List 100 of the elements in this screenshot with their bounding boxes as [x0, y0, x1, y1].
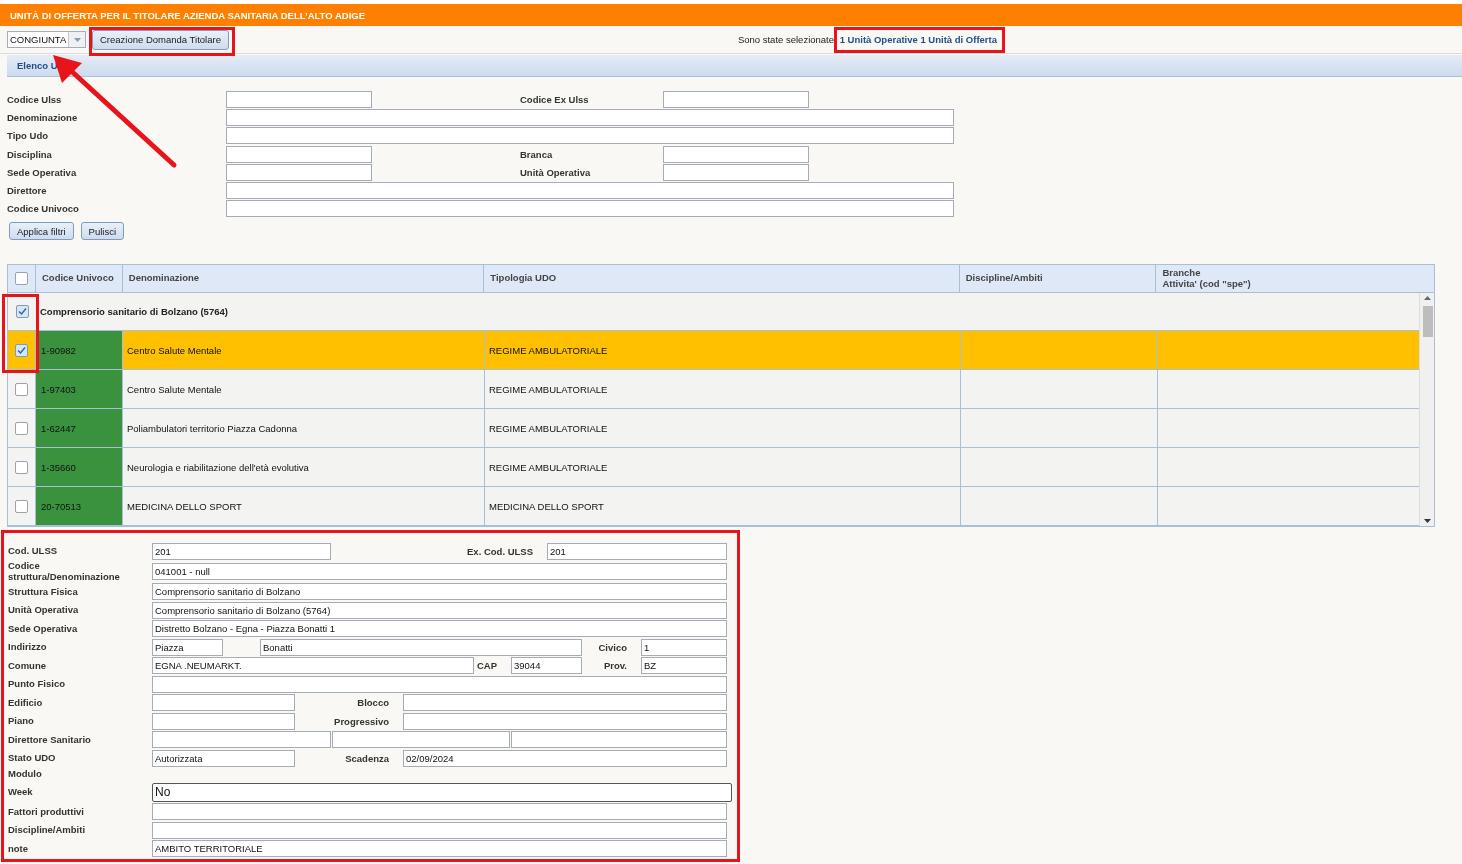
selection-link[interactable]: 1 Unità Operative 1 Unità di Offerta	[839, 34, 997, 45]
scroll-up-icon[interactable]	[1423, 296, 1431, 301]
table-cell: Poliambulatori territorio Piazza Cadonna	[123, 409, 485, 448]
text-field[interactable]	[403, 694, 727, 712]
selection-text: Sono state selezionate:	[737, 34, 837, 45]
field-label: Fattori produttivi	[7, 806, 85, 818]
text-field[interactable]: 1	[641, 638, 727, 656]
column-header[interactable]: Branche Attivita' (cod "spe")	[1156, 265, 1434, 293]
group-label: Comprensorio sanitario di Bolzano (5764)	[39, 305, 228, 320]
field-label: Progressivo	[333, 715, 390, 727]
checkbox[interactable]	[15, 343, 28, 357]
field-label: Punto Fisico	[7, 679, 66, 690]
table-cell: Centro Salute Mentale	[123, 370, 485, 409]
text-field[interactable]: 201	[152, 542, 331, 560]
field-label: Disciplina	[7, 148, 53, 160]
field-label: Modulo	[7, 769, 43, 780]
field-label: Blocco	[356, 697, 390, 709]
text-field[interactable]	[226, 182, 954, 200]
scroll-thumb[interactable]	[1423, 306, 1433, 338]
page-header: UNITÀ DI OFFERTA PER IL TITOLARE AZIENDA SANITARIA DELL’ALTO ADIGE	[0, 4, 1462, 26]
text-field[interactable]	[226, 127, 954, 145]
checkbox[interactable]	[15, 421, 28, 435]
field-label: Indirizzo	[7, 642, 48, 653]
field-label: Piano	[7, 716, 35, 727]
text-field[interactable]	[152, 675, 727, 693]
column-header[interactable]: Denominazione	[122, 265, 485, 293]
table-cell: 1-90982	[36, 331, 123, 370]
text-field[interactable]: BZ	[641, 657, 727, 675]
text-field[interactable]: Comprensorio sanitario di Bolzano (5764)	[152, 601, 727, 619]
text-field[interactable]	[152, 694, 295, 712]
checkbox[interactable]	[15, 499, 28, 513]
checkbox[interactable]	[15, 460, 28, 474]
text-field[interactable]	[152, 731, 331, 749]
create-request-button[interactable]: Creazione Domanda Titolare	[92, 29, 229, 50]
text-field[interactable]	[511, 731, 727, 749]
text-field[interactable]	[152, 712, 295, 730]
text-field[interactable]	[226, 108, 954, 126]
field-label: Direttore Sanitario	[7, 734, 92, 746]
field-label: Ex. Cod. ULSS	[466, 545, 534, 557]
text-field[interactable]: Autorizzata	[152, 749, 295, 767]
text-field[interactable]: 02/09/2024	[403, 749, 727, 767]
table-row[interactable]: 1-35660 Neurologia e riabilitazione dell'età evolutiva REGIME AMBULATORIALE	[8, 448, 1419, 488]
field-label: Unità Operativa	[520, 166, 592, 178]
text-field[interactable]	[663, 163, 809, 181]
table-row[interactable]: 1-62447 Poliambulatori territorio Piazza Cadonna REGIME AMBULATORIALE	[8, 409, 1419, 449]
field-label: note	[7, 843, 30, 855]
text-field[interactable]	[403, 712, 727, 730]
text-field[interactable]	[226, 145, 372, 163]
field-label: Cod. ULSS	[7, 546, 59, 557]
filter-button[interactable]: Pulisci	[80, 222, 125, 241]
checkbox[interactable]	[15, 305, 29, 319]
field-label: Week	[7, 786, 34, 798]
field-label: Sede Operativa	[7, 166, 78, 178]
field-label: Denominazione	[7, 111, 79, 123]
text-field[interactable]: Piazza	[152, 638, 223, 656]
table-row[interactable]: 1-90982 Centro Salute Mentale REGIME AMBULATORIALE	[8, 331, 1419, 371]
text-field[interactable]	[663, 145, 809, 163]
mode-dropdown[interactable]: CONGIUNTA	[7, 31, 86, 48]
table-cell: Neurologia e riabilitazione dell'età evolutiva	[123, 448, 485, 487]
text-field[interactable]: 041001 - null	[152, 563, 727, 581]
table-cell: REGIME AMBULATORIALE	[485, 370, 961, 409]
field-label: Civico	[597, 641, 628, 653]
text-field[interactable]	[152, 821, 727, 839]
field-label: Direttore	[7, 185, 48, 197]
column-header[interactable]: Codice Univoco	[35, 265, 123, 293]
field-label: Branca	[520, 148, 554, 160]
text-field[interactable]: Comprensorio sanitario di Bolzano	[152, 583, 727, 601]
field-label: Tipo Udo	[7, 130, 49, 142]
dropdown-field[interactable]: No	[152, 782, 732, 802]
text-field[interactable]	[226, 200, 954, 218]
scrollbar[interactable]	[1419, 293, 1434, 527]
filter-button[interactable]: Applica filtri	[9, 222, 74, 241]
scroll-down-icon[interactable]	[1423, 519, 1431, 524]
section-title: Elenco U	[17, 60, 58, 71]
text-field[interactable]: 201	[547, 542, 727, 560]
column-header[interactable]: Tipologia UDO	[484, 265, 960, 293]
field-label: Discipline/Ambiti	[7, 825, 87, 836]
text-field[interactable]: AMBITO TERRITORIALE	[152, 840, 727, 858]
field-label: Scadenza	[344, 752, 390, 764]
table-row[interactable]: 20-70513 MEDICINA DELLO SPORT MEDICINA DELLO SPORT	[8, 487, 1419, 527]
text-field[interactable]	[332, 731, 510, 749]
field-label: Stato UDO	[7, 753, 57, 764]
table-cell: Centro Salute Mentale	[123, 331, 485, 370]
table-row[interactable]: 1-97403 Centro Salute Mentale REGIME AMBULATORIALE	[8, 370, 1419, 410]
text-field[interactable]: EGNA .NEUMARKT.	[152, 657, 474, 675]
field-label: Prov.	[602, 660, 628, 672]
column-header[interactable]: Discipline/Ambiti	[959, 265, 1157, 293]
text-field[interactable]: Distretto Bolzano - Egna - Piazza Bonatti 1	[152, 620, 727, 638]
text-field[interactable]: Bonatti	[260, 638, 582, 656]
checkbox[interactable]	[15, 272, 28, 286]
table-cell: MEDICINA DELLO SPORT	[123, 487, 485, 526]
text-field[interactable]: 39044	[511, 657, 582, 675]
text-field[interactable]	[226, 90, 372, 108]
table-cell: MEDICINA DELLO SPORT	[485, 487, 961, 526]
text-field[interactable]	[152, 803, 727, 821]
text-field[interactable]	[663, 90, 809, 108]
table-cell: 1-35660	[36, 448, 123, 487]
table-cell: REGIME AMBULATORIALE	[485, 409, 961, 448]
text-field[interactable]	[226, 163, 372, 181]
checkbox[interactable]	[15, 382, 28, 396]
